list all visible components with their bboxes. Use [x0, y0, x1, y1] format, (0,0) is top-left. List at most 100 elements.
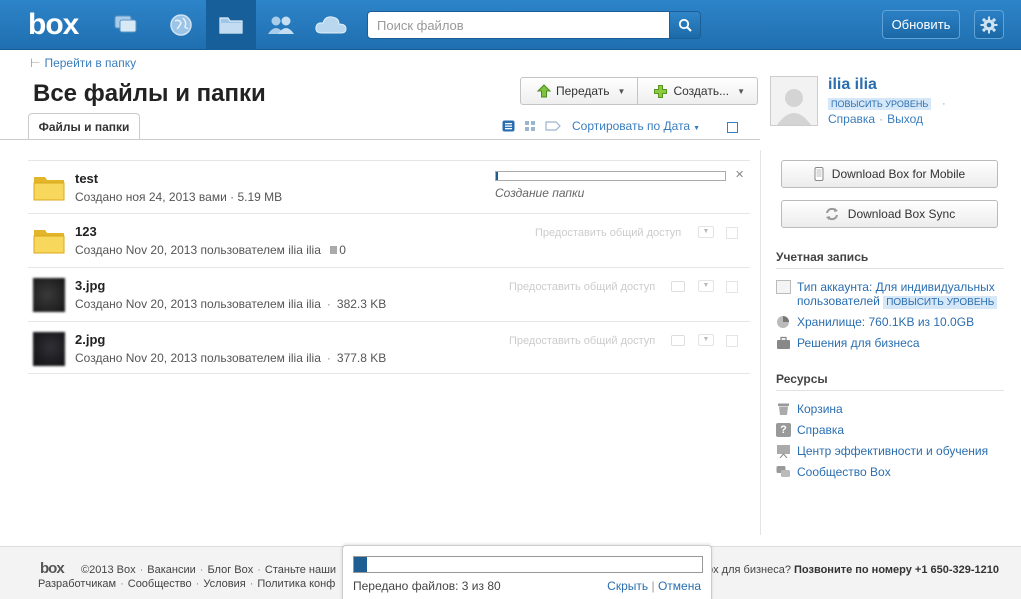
copyright: ©2013 Box: [81, 564, 136, 576]
comment-icon[interactable]: [671, 335, 685, 346]
file-row-3jpg[interactable]: 3.jpg Создано Nov 20, 2013 пользователем…: [28, 267, 750, 320]
file-row-2jpg[interactable]: 2.jpg Создано Nov 20, 2013 пользователем…: [28, 321, 750, 374]
phone-icon: [814, 167, 824, 181]
training-link[interactable]: Центр эффективности и обучения: [776, 444, 988, 458]
page-title: Все файлы и папки: [33, 80, 266, 107]
jobs-link[interactable]: Вакансии: [147, 564, 196, 576]
file-count: 0: [339, 243, 346, 257]
partner-link[interactable]: Станьте наши: [265, 564, 336, 576]
upgrade-button[interactable]: Обновить: [882, 10, 960, 39]
user-name[interactable]: ilia ilia: [828, 76, 877, 94]
account-type-link[interactable]: Тип аккаунта: Для индивидуальных пользов…: [776, 280, 1004, 310]
search-button[interactable]: [669, 11, 701, 39]
developers-link[interactable]: Разработчикам: [38, 578, 116, 590]
avatar[interactable]: [770, 76, 818, 126]
download-sync-button[interactable]: Download Box Sync: [781, 200, 998, 228]
blog-link[interactable]: Блог Box: [207, 564, 253, 576]
folder-thumbnail: [33, 226, 65, 257]
chevron-down-icon[interactable]: ▼: [698, 334, 714, 346]
create-button[interactable]: Создать... ▼: [637, 78, 757, 104]
close-icon[interactable]: ✕: [735, 168, 744, 181]
settings-button[interactable]: [974, 10, 1004, 39]
share-link[interactable]: Предоставить общий доступ: [509, 281, 655, 293]
file-meta-text: Создано Nov 20, 2013 пользователем ilia …: [75, 297, 321, 311]
community-link[interactable]: Сообщество Box: [776, 465, 891, 479]
upgrade-badge[interactable]: ПОВЫСИТЬ УРОВЕНЬ: [828, 98, 932, 110]
users-icon: [268, 16, 294, 34]
file-name[interactable]: test: [75, 171, 98, 186]
upload-button[interactable]: Передать ▼: [521, 78, 637, 104]
storage-link[interactable]: Хранилище: 760.1KB из 10.0GB: [776, 315, 974, 329]
footer-contact: ox для бизнеса? Позвоните по номеру +1 6…: [707, 564, 999, 576]
list-view-icon[interactable]: [502, 120, 515, 132]
comment-icon[interactable]: [671, 281, 685, 292]
download-mobile-button[interactable]: Download Box for Mobile: [781, 160, 998, 188]
nav-collaborators[interactable]: [256, 0, 306, 50]
terms-link[interactable]: Условия: [203, 578, 245, 590]
resources-heading: Ресурсы: [776, 372, 828, 386]
search-icon: [678, 18, 692, 32]
business-question: ox для бизнеса?: [707, 564, 791, 576]
help-resource-link[interactable]: ? Справка: [776, 423, 844, 437]
nav-files[interactable]: [206, 0, 256, 50]
nav-network[interactable]: [156, 0, 206, 50]
share-link[interactable]: Предоставить общий доступ: [535, 227, 681, 239]
file-name[interactable]: 2.jpg: [75, 332, 105, 347]
create-label: Создать...: [673, 84, 730, 98]
help-link[interactable]: Справка: [828, 112, 875, 126]
top-bar: box Поиск файлов Обновить: [0, 0, 1021, 50]
sidebar-divider: [760, 150, 761, 535]
policy-link[interactable]: Политика конф: [257, 578, 335, 590]
upload-label: Передать: [556, 84, 610, 98]
separator-dot: ·: [257, 564, 261, 576]
folder-status: Создание папки: [495, 186, 585, 200]
question-icon: ?: [776, 423, 791, 437]
community-footer-link[interactable]: Сообщество: [128, 578, 192, 590]
goto-folder-label: Перейти в папку: [44, 56, 137, 70]
user-links: Справка · Выход: [828, 112, 923, 126]
file-row-123[interactable]: 123 Создано Nov 20, 2013 пользователем i…: [28, 213, 750, 266]
trash-link[interactable]: Корзина: [776, 402, 843, 416]
search-input[interactable]: Поиск файлов: [367, 11, 670, 39]
folder-icon: [33, 230, 65, 254]
upload-arrow-icon: [537, 84, 551, 98]
file-meta: Создано Nov 20, 2013 пользователем ilia …: [75, 351, 386, 365]
tag-icon[interactable]: [545, 121, 561, 131]
goto-folder-link[interactable]: ⊢ Перейти в папку: [30, 56, 136, 70]
logout-link[interactable]: Выход: [887, 112, 923, 126]
download-mobile-label: Download Box for Mobile: [831, 167, 966, 181]
business-link[interactable]: Решения для бизнеса: [776, 336, 920, 350]
tab-files-and-folders[interactable]: Файлы и папки: [28, 113, 140, 140]
share-link[interactable]: Предоставить общий доступ: [509, 335, 655, 347]
upload-progress-fill: [354, 557, 368, 572]
tree-icon: ⊢: [30, 56, 41, 70]
cancel-link[interactable]: Отмена: [658, 579, 701, 593]
row-checkbox[interactable]: [726, 335, 738, 347]
plus-icon: [654, 84, 668, 98]
box-logo[interactable]: box: [28, 8, 79, 42]
file-meta-text: Создано Nov 20, 2013 пользователем ilia …: [75, 243, 321, 257]
chat-icon: [776, 466, 790, 477]
cloud-icon: [315, 16, 347, 34]
gear-icon: [980, 16, 998, 33]
file-name[interactable]: 123: [75, 224, 97, 239]
chevron-down-icon[interactable]: ▼: [698, 280, 714, 292]
nav-updates[interactable]: [101, 0, 151, 50]
grid-view-icon[interactable]: [525, 121, 535, 131]
sort-dropdown[interactable]: Сортировать по Дата ▼: [572, 119, 700, 133]
row-checkbox[interactable]: [726, 227, 738, 239]
chevron-down-icon[interactable]: ▼: [698, 226, 714, 238]
training-label: Центр эффективности и обучения: [797, 444, 989, 458]
file-row-test[interactable]: test Создано ноя 24, 2013 вами · 5.19 MB…: [28, 160, 750, 213]
account-upgrade-badge[interactable]: ПОВЫСИТЬ УРОВЕНЬ: [883, 296, 998, 309]
phone-number: Позвоните по номеру +1 650-329-1210: [794, 564, 1000, 576]
nav-apps[interactable]: [306, 0, 356, 50]
hide-link[interactable]: Скрыть: [607, 579, 648, 593]
footer-logo[interactable]: box: [40, 560, 65, 577]
select-all-checkbox[interactable]: [727, 122, 738, 133]
file-name[interactable]: 3.jpg: [75, 278, 105, 293]
account-type: Тип аккаунта: Для индивидуальных пользов…: [797, 280, 1004, 310]
separator-dot: ·: [942, 98, 946, 110]
row-checkbox[interactable]: [726, 281, 738, 293]
separator-dot: ·: [120, 578, 124, 590]
